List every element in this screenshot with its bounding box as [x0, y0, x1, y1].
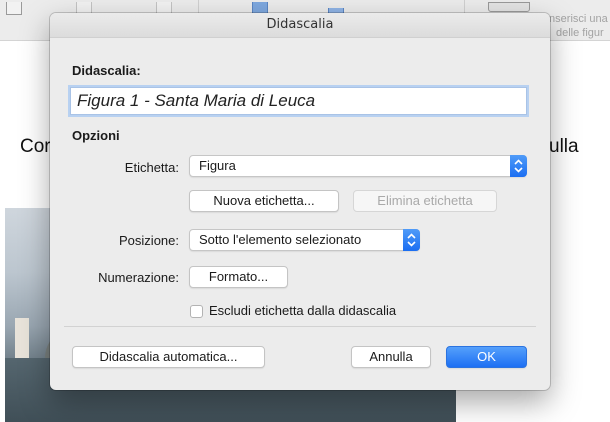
dialog-divider: [64, 326, 536, 327]
caption-input[interactable]: Figura 1 - Santa Maria di Leuca: [70, 87, 527, 115]
toolbar-hint: Inserisci una delle figur: [546, 12, 610, 40]
dialog-title: Didascalia: [50, 13, 550, 38]
ok-button[interactable]: OK: [446, 346, 527, 368]
position-select-value: Sotto l'elemento selezionato: [199, 232, 362, 247]
select-stepper-icon: [403, 229, 420, 251]
document-icon[interactable]: [6, 2, 22, 15]
numbering-field-label: Numerazione:: [98, 270, 179, 285]
exclude-label-checkbox[interactable]: [190, 305, 203, 318]
cancel-button[interactable]: Annulla: [351, 346, 431, 368]
label-select[interactable]: Figura: [189, 155, 527, 177]
hint-line: delle figur: [556, 27, 604, 39]
label-select-value: Figura: [199, 158, 236, 173]
caption-dialog: Didascalia Didascalia: Figura 1 - Santa …: [50, 13, 550, 390]
caption-label: Didascalia:: [72, 63, 141, 78]
hint-line: Inserisci una: [546, 13, 608, 25]
autocaption-button[interactable]: Didascalia automatica...: [72, 346, 265, 368]
format-button[interactable]: Formato...: [189, 266, 288, 288]
position-field-label: Posizione:: [119, 233, 179, 248]
document-text: ulla: [549, 136, 579, 157]
new-label-button[interactable]: Nuova etichetta...: [189, 190, 339, 212]
select-stepper-icon: [510, 155, 527, 177]
options-heading: Opzioni: [72, 128, 120, 143]
insert-caption-icon[interactable]: [488, 2, 530, 12]
delete-label-button[interactable]: Elimina etichetta: [353, 190, 497, 212]
label-field-label: Etichetta:: [124, 160, 179, 175]
exclude-label-text: Escludi etichetta dalla didascalia: [209, 303, 397, 318]
position-select[interactable]: Sotto l'elemento selezionato: [189, 229, 420, 251]
document-text: Cor: [20, 136, 51, 157]
